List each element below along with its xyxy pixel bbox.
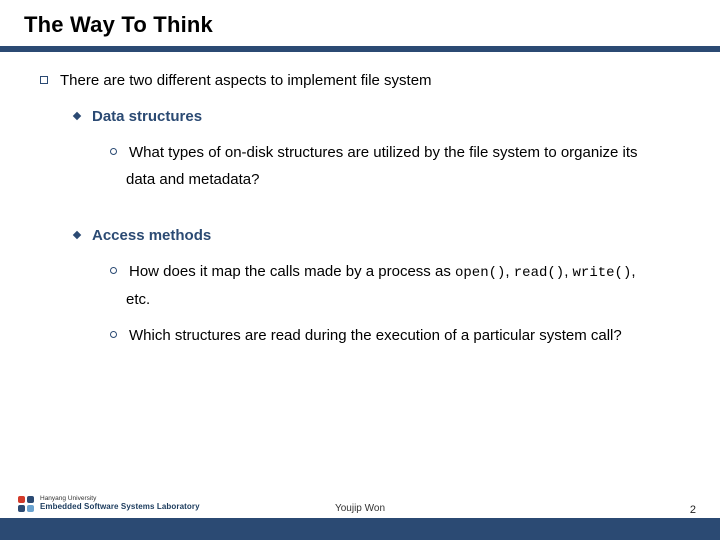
circle-bullet-icon bbox=[110, 267, 117, 274]
diamond-bullet-icon bbox=[73, 112, 81, 120]
slide-title: The Way To Think bbox=[24, 12, 696, 38]
aspect2-detail1-cont: etc. bbox=[126, 289, 150, 311]
text-sep: , bbox=[505, 263, 513, 280]
bullet-level2: Data structures bbox=[40, 106, 680, 128]
square-bullet-icon bbox=[40, 76, 48, 84]
bullet-level2: Access methods bbox=[40, 225, 680, 247]
page-number: 2 bbox=[690, 504, 696, 516]
circle-bullet-icon bbox=[110, 148, 117, 155]
footer-band bbox=[0, 518, 720, 540]
code-write: write() bbox=[573, 265, 632, 281]
aspect1-detail: What types of on-disk structures are uti… bbox=[129, 142, 638, 164]
aspect2-heading: Access methods bbox=[92, 225, 211, 247]
slide: The Way To Think There are two different… bbox=[0, 0, 720, 540]
diamond-bullet-icon bbox=[73, 231, 81, 239]
footer-author: Youjip Won bbox=[0, 503, 720, 514]
code-read: read() bbox=[514, 265, 564, 281]
aspect1-detail-cont: data and metadata? bbox=[126, 169, 259, 191]
bullet-level3: What types of on-disk structures are uti… bbox=[40, 142, 680, 164]
circle-bullet-icon bbox=[110, 331, 117, 338]
content-area: There are two different aspects to imple… bbox=[0, 52, 720, 540]
text-sep: , bbox=[631, 263, 635, 280]
aspect2-detail1: How does it map the calls made by a proc… bbox=[129, 261, 636, 283]
aspect2-detail2: Which structures are read during the exe… bbox=[129, 325, 622, 347]
bullet-level3-cont: data and metadata? bbox=[40, 169, 680, 191]
title-block: The Way To Think bbox=[0, 0, 720, 46]
bullet-level3: How does it map the calls made by a proc… bbox=[40, 261, 680, 283]
bullet-level3-cont: etc. bbox=[40, 289, 680, 311]
text-frag: How does it map the calls made by a proc… bbox=[129, 263, 455, 280]
code-open: open() bbox=[455, 265, 505, 281]
aspect1-heading: Data structures bbox=[92, 106, 202, 128]
bullet-level1: There are two different aspects to imple… bbox=[40, 70, 680, 92]
bullet-level3: Which structures are read during the exe… bbox=[40, 325, 680, 347]
text-sep: , bbox=[564, 263, 572, 280]
main-point-text: There are two different aspects to imple… bbox=[60, 70, 432, 92]
